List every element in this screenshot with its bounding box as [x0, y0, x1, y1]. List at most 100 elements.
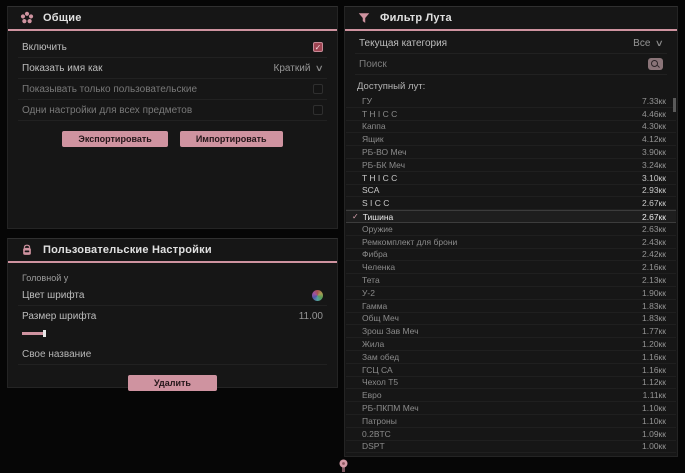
loot-item-name: ГСЦ СА [362, 365, 393, 375]
loot-item-name: Фибра [362, 249, 388, 259]
loot-item-name: Жила [362, 339, 384, 349]
chevron-down-icon: ∨ [315, 63, 324, 74]
loot-item-value: 4.30кк [642, 121, 666, 131]
loot-item-name: S I C C [362, 198, 389, 208]
search-icon[interactable] [648, 58, 663, 70]
loot-item-name: РБ-ВО Меч [362, 147, 407, 157]
loot-row[interactable]: Гамма1.83кк [346, 300, 676, 313]
loot-row[interactable]: Оружие2.63кк [346, 223, 676, 236]
loot-item-value: 1.90кк [642, 288, 666, 298]
loot-row[interactable]: ✓Тишина2.67кк [346, 210, 676, 223]
search-input[interactable] [359, 59, 599, 70]
loot-row[interactable]: S I C C2.67кк [346, 197, 676, 210]
loot-row[interactable]: T H I C C3.10кк [346, 172, 676, 185]
loot-item-name: T H I C C [362, 109, 397, 119]
loot-row[interactable]: Фибра 2.42кк [346, 249, 676, 262]
general-panel: Общие Включить Показать имя как Краткий … [7, 6, 338, 229]
loot-item-value: 2.42кк [642, 249, 666, 259]
font-size-slider[interactable] [22, 330, 323, 337]
loot-item-value: 1.12кк [642, 377, 666, 387]
loot-row[interactable]: Ремкомплект для брони 2.43кк [346, 236, 676, 249]
loot-item-name: SCA [362, 185, 379, 195]
loot-row[interactable]: Жила1.20кк [346, 338, 676, 351]
same-settings-row: Одни настройки для всех предметов [18, 100, 327, 121]
loot-item-value: 2.43кк [642, 237, 666, 247]
loot-item-value: 1.11кк [643, 390, 666, 400]
loot-row[interactable]: РБ-БК Меч3.24кк [346, 159, 676, 172]
category-row: Текущая категория Все ∨ [355, 33, 667, 54]
loot-row[interactable]: Тета2.13кк [346, 274, 676, 287]
custom-settings-header: Пользовательские Настройки [8, 239, 337, 263]
loot-item-name: ✓Тишина [352, 212, 393, 222]
slider-fill [22, 332, 43, 335]
scrollbar-thumb[interactable] [673, 98, 676, 112]
slider-thumb[interactable] [43, 330, 46, 337]
custom-name-input[interactable] [22, 349, 222, 360]
font-size-label: Размер шрифта [22, 311, 96, 322]
loot-item-name: Гамма [362, 301, 387, 311]
loot-row[interactable]: РБ-ВО Меч 3.90кк [346, 146, 676, 159]
loot-item-name: Чехол Т5 [362, 377, 398, 387]
loot-row[interactable]: ГСЦ СА 1.16кк [346, 364, 676, 377]
custom-settings-panel: Пользовательские Настройки Головной у Цв… [7, 238, 338, 388]
export-button[interactable]: Экспортировать [62, 131, 167, 147]
loot-row[interactable]: T H I C C 4.46кк [346, 108, 676, 121]
loot-row[interactable]: РБ-ПКПМ Меч1.10кк [346, 402, 676, 415]
loot-item-name: T H I C C [362, 173, 397, 183]
loot-item-value: 7.33кк [642, 96, 666, 106]
loot-item-value: 2.16кк [642, 262, 666, 272]
loot-row[interactable]: DSPT 1.00кк [346, 441, 676, 454]
font-size-row: Размер шрифта 11.00 [18, 306, 327, 327]
loot-item-name: DSPT [362, 441, 385, 451]
loot-row[interactable]: Челенка2.16кк [346, 261, 676, 274]
loot-row[interactable]: Патроны1.10кк [346, 415, 676, 428]
only-custom-checkbox[interactable] [313, 84, 323, 94]
loot-item-value: 1.77кк [642, 326, 666, 336]
loot-item-value: 1.00кк [642, 441, 666, 451]
loot-item-name: 0.2BTC [362, 429, 391, 439]
import-button[interactable]: Импортировать [180, 131, 283, 147]
loot-row[interactable]: Чехол Т5 1.12кк [346, 377, 676, 390]
search-row [355, 54, 667, 75]
loot-row[interactable]: Каппа 4.30кк [346, 121, 676, 134]
loot-row[interactable]: Евро1.11кк [346, 389, 676, 402]
chevron-down-icon: ∨ [655, 38, 664, 49]
loot-row[interactable]: Ящик4.12кк [346, 133, 676, 146]
loot-row[interactable]: У-21.90кк [346, 287, 676, 300]
delete-button[interactable]: Удалить [128, 375, 217, 391]
color-wheel-icon[interactable] [312, 290, 323, 301]
show-name-dropdown[interactable]: Краткий ∨ [274, 63, 323, 74]
font-color-row: Цвет шрифта [18, 285, 327, 306]
loot-row[interactable]: Зрош Зав Меч 1.77кк [346, 325, 676, 338]
font-size-value: 11.00 [299, 311, 323, 322]
loot-filter-header: Фильтр Лута [345, 7, 677, 31]
loot-item-value: 1.16кк [642, 352, 666, 362]
only-custom-label: Показывать только пользовательские [22, 84, 197, 95]
category-dropdown[interactable]: Все ∨ [633, 38, 663, 49]
loot-item-value: 1.16кк [642, 365, 666, 375]
loot-item-value: 4.46кк [642, 109, 666, 119]
general-panel-header: Общие [8, 7, 337, 31]
loot-row[interactable]: SCA2.93кк [346, 185, 676, 198]
same-settings-checkbox[interactable] [313, 105, 323, 115]
loot-row[interactable]: ГУ 7.33кк [346, 95, 676, 108]
loot-item-name: Зам обед [362, 352, 399, 362]
loot-item-name: РБ-ПКПМ Меч [362, 403, 419, 413]
loot-row[interactable]: 0.2BTC 1.09кк [346, 428, 676, 441]
available-loot-label: Доступный лут: [357, 81, 665, 92]
loot-row[interactable]: Зам обед 1.16кк [346, 351, 676, 364]
loot-item-name: ГУ [362, 96, 372, 106]
loot-item-value: 1.83кк [642, 313, 666, 323]
loot-item-name: Каппа [362, 121, 386, 131]
loot-item-value: 1.09кк [642, 429, 666, 439]
same-settings-label: Одни настройки для всех предметов [22, 105, 192, 116]
backpack-icon [20, 243, 34, 257]
enable-checkbox[interactable] [313, 42, 323, 52]
bottom-handle-icon [338, 459, 349, 472]
font-color-label: Цвет шрифта [22, 290, 84, 301]
loot-item-value: 3.90кк [642, 147, 666, 157]
loot-item-name: Зрош Зав Меч [362, 326, 419, 336]
loot-row[interactable]: Общ Меч1.83кк [346, 313, 676, 326]
loot-item-name: Ремкомплект для брони [362, 237, 457, 247]
loot-filter-panel: Фильтр Лута Текущая категория Все ∨ Дост… [344, 6, 678, 457]
